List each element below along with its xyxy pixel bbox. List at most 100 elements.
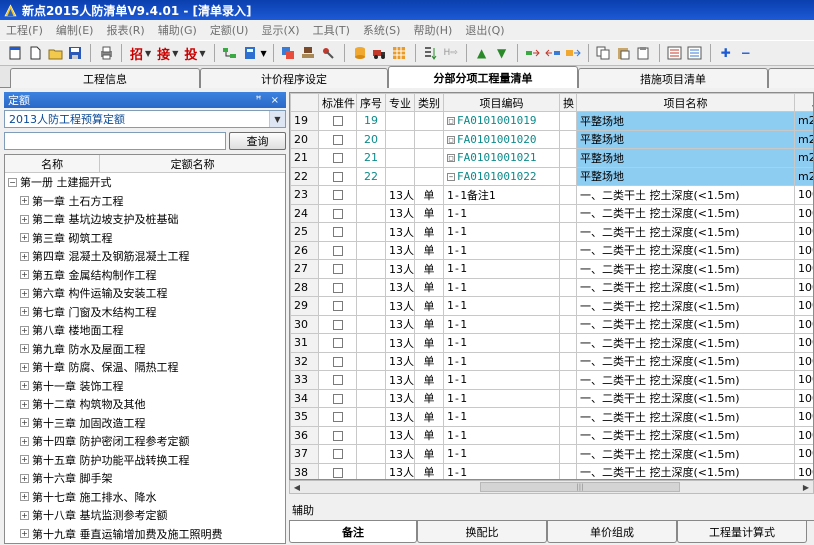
category-cell[interactable]: 单 [414,240,444,260]
category-cell[interactable]: 单 [414,351,444,371]
item-code-cell[interactable]: 1-1 [443,388,560,408]
seq-cell[interactable] [356,370,386,390]
category-cell[interactable]: 单 [414,259,444,279]
item-code-cell[interactable]: 1-1备注1 [443,185,560,205]
unit-cell[interactable]: 100 [794,462,813,479]
specialty-cell[interactable]: 13人 [385,388,415,408]
item-code-cell[interactable]: 1-1 [443,444,560,464]
expand-icon[interactable]: + [20,492,29,502]
seq-cell[interactable] [356,388,386,408]
item-code-cell[interactable]: 1-1 [443,407,560,427]
table-row[interactable]: 37 13人单1-1 一、二类干土 挖土深度(<1.5m)100 [290,444,813,464]
table-row[interactable]: 38 13人单1-1 一、二类干土 挖土深度(<1.5m)100 [290,462,813,479]
unit-cell[interactable]: 100 [794,333,813,353]
menu-item[interactable]: 工程(F) [6,22,43,38]
open-folder-icon[interactable] [46,44,64,62]
add-icon[interactable]: ✚ [717,44,735,62]
standard-part-cell[interactable] [318,444,357,464]
expand-icon[interactable]: + [20,399,29,409]
category-cell[interactable]: 单 [414,222,444,242]
expand-icon[interactable]: □ [447,154,455,163]
unit-cell[interactable]: 100 [794,259,813,279]
item-code-cell[interactable]: 1-1 [443,370,560,390]
specialty-cell[interactable] [385,166,415,186]
expand-icon[interactable]: + [20,270,29,280]
move-down-icon[interactable]: ▼ [493,44,511,62]
wrench-icon[interactable] [320,44,338,62]
menu-item[interactable]: 显示(X) [261,22,299,38]
item-name-cell[interactable]: 平整场地 [576,129,795,149]
expand-icon[interactable]: + [20,307,29,317]
menu-item[interactable]: 系统(S) [363,22,401,38]
tree-item-chapter[interactable]: + 第八章 楼地面工程 [5,321,285,340]
standard-part-cell[interactable] [318,129,357,149]
indent-left-icon[interactable] [524,44,542,62]
item-code-cell[interactable]: □ FA0101001019 [443,111,560,131]
seq-cell[interactable] [356,240,386,260]
standard-part-checkbox[interactable] [332,190,343,201]
standard-part-cell[interactable] [318,351,357,371]
scroll-right-icon[interactable]: ▶ [799,481,813,493]
swap-cell[interactable] [559,185,577,205]
tree-item-chapter[interactable]: + 第十九章 垂直运输增加费及施工照明费 [5,525,285,544]
copy-doc-icon[interactable] [595,44,613,62]
list-view-icon[interactable] [666,44,684,62]
seq-cell[interactable] [356,185,386,205]
expand-icon[interactable]: + [20,196,29,206]
item-name-cell[interactable]: 一、二类干土 挖土深度(<1.5m) [576,462,795,479]
standard-part-cell[interactable] [318,314,357,334]
expand-icon[interactable]: + [20,251,29,261]
table-row[interactable]: 20 20 □ FA0101001020 平整场地 m2 [290,129,813,149]
unit-cell[interactable]: 100 [794,314,813,334]
table-row[interactable]: 36 13人单1-1 一、二类干土 挖土深度(<1.5m)100 [290,425,813,445]
tree-item-chapter[interactable]: + 第十一章 装饰工程 [5,377,285,396]
calculator-icon[interactable] [241,44,259,62]
item-name-cell[interactable]: 一、二类干土 挖土深度(<1.5m) [576,222,795,242]
tree-item-chapter[interactable]: + 第十二章 构筑物及其他 [5,395,285,414]
seq-cell[interactable] [356,296,386,316]
standard-part-checkbox[interactable] [332,134,343,145]
item-name-cell[interactable]: 平整场地 [576,148,795,168]
tree-item-chapter[interactable]: + 第六章 构件运输及安装工程 [5,284,285,303]
unit-cell[interactable]: 100 [794,277,813,297]
remove-icon[interactable]: − [737,44,755,62]
category-cell[interactable]: 单 [414,444,444,464]
swap-cell[interactable] [559,425,577,445]
item-code-cell[interactable]: 1-1 [443,351,560,371]
expand-icon[interactable]: + [20,362,29,372]
unit-cell[interactable]: 100 [794,296,813,316]
unit-cell[interactable]: 100 [794,444,813,464]
menu-item[interactable]: 编制(E) [56,22,94,38]
sort-icon[interactable] [422,44,440,62]
tree-root-item[interactable]: − 第一册 土建掘开式 [5,173,285,192]
item-name-cell[interactable]: 平整场地 [576,111,795,131]
specialty-cell[interactable]: 13人 [385,240,415,260]
unit-cell[interactable]: m2 [794,148,813,168]
tree-item-chapter[interactable]: + 第十五章 防护功能平战转换工程 [5,451,285,470]
menu-item[interactable]: 定额(U) [210,22,249,38]
expand-icon[interactable]: + [20,233,29,243]
seq-cell[interactable] [356,259,386,279]
specialty-cell[interactable]: 13人 [385,277,415,297]
specialty-cell[interactable]: 13人 [385,370,415,390]
column-header[interactable] [290,93,319,112]
table-row[interactable]: 24 13人单1-1 一、二类干土 挖土深度(<1.5m)100 [290,203,813,223]
standard-part-cell[interactable] [318,388,357,408]
tab-pricing-procedure[interactable]: 计价程序设定 [200,68,388,88]
column-header[interactable]: 换 [559,93,577,112]
specialty-cell[interactable]: 13人 [385,351,415,371]
standard-part-checkbox[interactable] [332,430,343,441]
category-cell[interactable]: 单 [414,425,444,445]
item-name-cell[interactable]: 一、二类干土 挖土深度(<1.5m) [576,333,795,353]
structure-icon[interactable] [221,44,239,62]
column-header[interactable]: 单位 [794,93,813,112]
swap-cell[interactable] [559,370,577,390]
tab-measures-list[interactable]: 措施项目清单 [578,68,768,88]
unit-cell[interactable]: 100 [794,351,813,371]
category-cell[interactable] [414,129,444,149]
scroll-thumb[interactable]: ||| [480,482,680,492]
standard-part-cell[interactable] [318,407,357,427]
specialty-cell[interactable]: 13人 [385,185,415,205]
standard-part-cell[interactable] [318,166,357,186]
column-header[interactable]: 专业 [385,93,415,112]
